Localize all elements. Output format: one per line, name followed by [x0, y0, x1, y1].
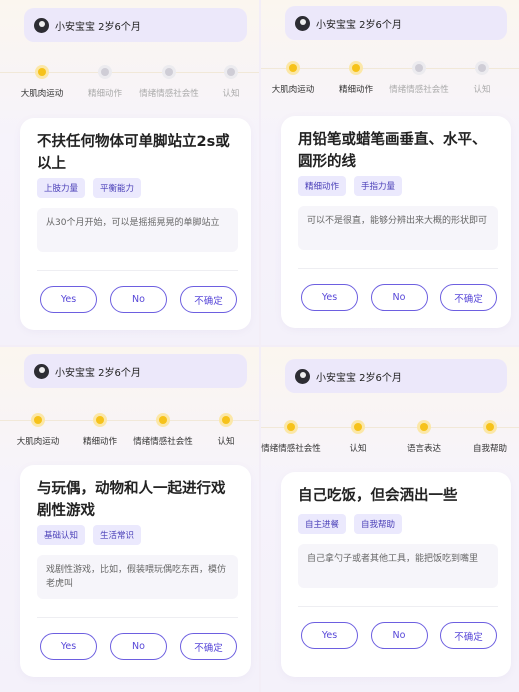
profile-header: 小安宝宝 2岁6个月 — [24, 8, 247, 42]
skill-tag: 平衡能力 — [93, 178, 142, 198]
assessment-screen-3: 小安宝宝 2岁6个月 大肌肉运动 精细动作 情绪情感社会性 认知 与玩偶，动物和人一起… — [0, 347, 259, 692]
step-dot-icon — [219, 413, 233, 427]
question-description: 自己拿勺子或者其他工具，能把饭吃到嘴里 — [298, 544, 498, 588]
profile-header: 小安宝宝 2岁6个月 — [285, 359, 507, 393]
step-dot-icon — [417, 420, 431, 434]
card-divider — [37, 617, 238, 618]
answer-buttons: Yes No 不确定 — [301, 622, 497, 649]
tag-list: 基础认知 生活常识 — [37, 525, 142, 545]
profile-name: 小安宝宝 2岁6个月 — [316, 372, 402, 384]
step-label: 自我帮助 — [472, 444, 507, 454]
tag-list: 精细动作 手指力量 — [298, 176, 403, 196]
step-dot-icon — [224, 65, 238, 79]
assessment-screen-4: 小安宝宝 2岁6个月 情绪情感社会性 认知 语言表达 自我帮助 自己吃饭，但会洒出一些… — [261, 347, 519, 692]
category-progress-track: 大肌肉运动 精细动作 情绪情感社会性 认知 — [261, 57, 519, 97]
step-dot-icon — [93, 413, 107, 427]
step-dot-icon — [162, 65, 176, 79]
answer-buttons: Yes No 不确定 — [40, 286, 237, 313]
category-step[interactable]: 认知 — [186, 409, 259, 447]
category-step[interactable]: 认知 — [191, 61, 259, 99]
unsure-button[interactable]: 不确定 — [180, 633, 237, 660]
profile-name: 小安宝宝 2岁6个月 — [55, 21, 141, 33]
category-progress-track: 大肌肉运动 精细动作 情绪情感社会性 认知 — [0, 409, 259, 449]
profile-name: 小安宝宝 2岁6个月 — [316, 19, 402, 31]
question-description: 可以不是很直，能够分辨出来大概的形状即可 — [298, 206, 498, 250]
step-dot-icon — [475, 61, 489, 75]
tag-list: 自主进餐 自我帮助 — [298, 514, 403, 534]
question-title: 用铅笔或蜡笔画垂直、水平、圆形的线 — [298, 132, 487, 170]
answer-buttons: Yes No 不确定 — [301, 284, 497, 311]
step-dot-icon — [483, 420, 497, 434]
assessment-screen-1: 小安宝宝 2岁6个月 大肌肉运动 精细动作 情绪情感社会性 认知 不扶任何物体可单脚站… — [0, 0, 259, 345]
question-card: 用铅笔或蜡笔画垂直、水平、圆形的线 精细动作 手指力量 可以不是很直，能够分辨出来… — [281, 116, 511, 328]
card-divider — [298, 606, 498, 607]
no-button[interactable]: No — [370, 622, 428, 649]
skill-tag: 精细动作 — [298, 176, 347, 196]
baby-avatar-icon — [34, 17, 49, 33]
question-title: 不扶任何物体可单脚站立2s或以上 — [37, 134, 230, 172]
skill-tag: 基础认知 — [37, 525, 86, 545]
step-dot-icon — [284, 420, 298, 434]
no-button[interactable]: No — [370, 284, 428, 311]
question-description: 戏剧性游戏，比如，假装喂玩偶吃东西，模仿老虎叫 — [37, 555, 238, 599]
step-dot-icon — [156, 413, 170, 427]
profile-header: 小安宝宝 2岁6个月 — [24, 354, 247, 388]
question-description: 从30个月开始，可以是摇摇晃晃的单脚站立 — [37, 208, 238, 252]
step-dot-icon — [286, 61, 300, 75]
step-dot-icon — [349, 61, 363, 75]
skill-tag: 生活常识 — [93, 525, 142, 545]
yes-button[interactable]: Yes — [301, 284, 358, 311]
category-step[interactable]: 认知 — [442, 57, 519, 95]
step-label: 认知 — [473, 85, 491, 95]
step-label: 认知 — [217, 437, 235, 447]
yes-button[interactable]: Yes — [40, 633, 97, 660]
profile-name: 小安宝宝 2岁6个月 — [55, 367, 141, 379]
baby-avatar-icon — [34, 363, 49, 379]
no-button[interactable]: No — [110, 633, 167, 660]
unsure-button[interactable]: 不确定 — [440, 622, 497, 649]
skill-tag: 自主进餐 — [298, 514, 347, 534]
card-divider — [37, 270, 238, 271]
unsure-button[interactable]: 不确定 — [440, 284, 497, 311]
category-progress-track: 大肌肉运动 精细动作 情绪情感社会性 认知 — [0, 61, 259, 101]
question-title: 自己吃饭，但会洒出一些 — [298, 488, 458, 504]
skill-tag: 自我帮助 — [354, 514, 403, 534]
skill-tag: 上肢力量 — [37, 178, 86, 198]
answer-buttons: Yes No 不确定 — [40, 633, 237, 660]
question-card: 与玩偶，动物和人一起进行戏剧性游戏 基础认知 生活常识 戏剧性游戏，比如，假装喂玩… — [20, 465, 251, 677]
step-dot-icon — [98, 65, 112, 79]
baby-avatar-icon — [295, 15, 310, 31]
profile-header: 小安宝宝 2岁6个月 — [285, 6, 507, 40]
assessment-screen-2: 小安宝宝 2岁6个月 大肌肉运动 精细动作 情绪情感社会性 认知 用铅笔或蜡笔画垂直、… — [261, 0, 519, 345]
yes-button[interactable]: Yes — [40, 286, 97, 313]
step-dot-icon — [35, 65, 49, 79]
question-card: 自己吃饭，但会洒出一些 自主进餐 自我帮助 自己拿勺子或者其他工具，能把饭吃到嘴里… — [281, 472, 511, 677]
question-title: 与玩偶，动物和人一起进行戏剧性游戏 — [37, 481, 226, 519]
step-dot-icon — [31, 413, 45, 427]
baby-avatar-icon — [295, 368, 310, 384]
step-dot-icon — [351, 420, 365, 434]
category-step[interactable]: 自我帮助 — [450, 416, 519, 454]
tag-list: 上肢力量 平衡能力 — [37, 178, 142, 198]
unsure-button[interactable]: 不确定 — [180, 286, 237, 313]
question-card: 不扶任何物体可单脚站立2s或以上 上肢力量 平衡能力 从30个月开始，可以是摇摇晃… — [20, 118, 251, 330]
yes-button[interactable]: Yes — [301, 622, 358, 649]
step-label: 认知 — [222, 89, 240, 99]
no-button[interactable]: No — [110, 286, 167, 313]
category-progress-track: 情绪情感社会性 认知 语言表达 自我帮助 — [261, 416, 519, 456]
step-dot-icon — [412, 61, 426, 75]
skill-tag: 手指力量 — [354, 176, 403, 196]
card-divider — [298, 268, 498, 269]
